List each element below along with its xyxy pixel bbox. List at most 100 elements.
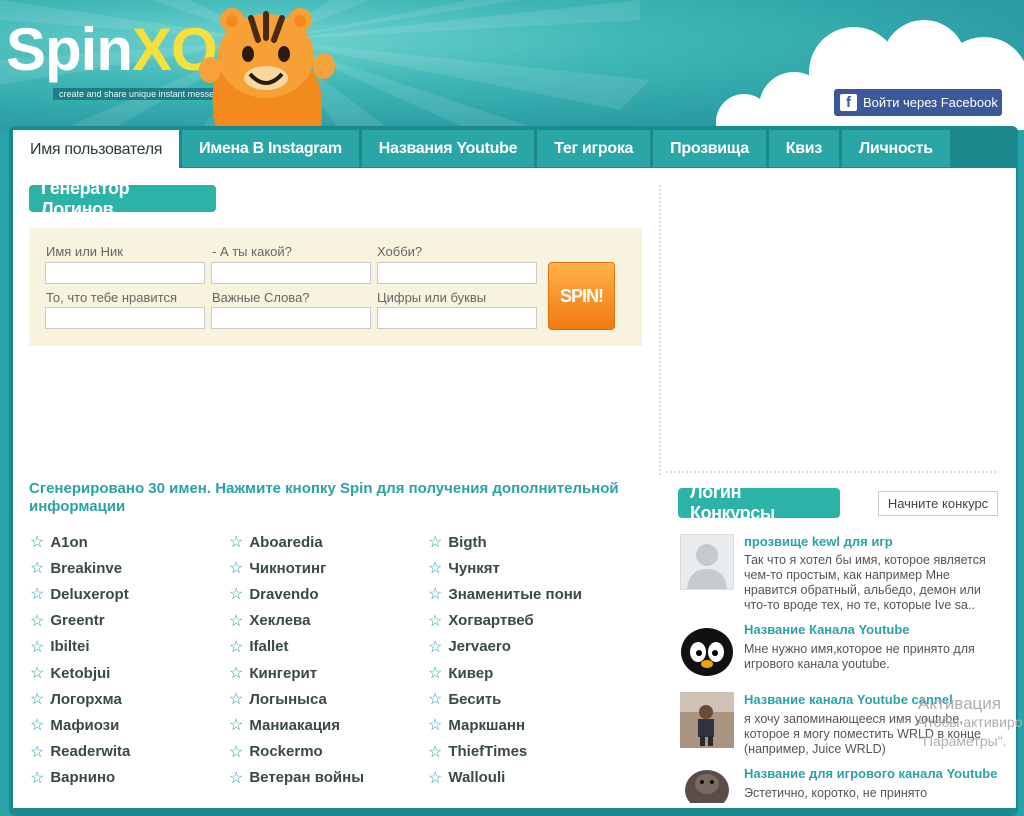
generated-name-item[interactable]: ☆ Хеклева — [229, 611, 310, 631]
star-icon[interactable]: ☆ — [229, 532, 243, 552]
contest-title-1[interactable]: прозвище kewl для игр — [744, 534, 893, 549]
spinxo-logo[interactable]: SpinXO — [6, 20, 218, 80]
tab-personality[interactable]: Личность — [842, 130, 950, 167]
generated-name-item[interactable]: ☆ Чикнотинг — [229, 558, 326, 578]
generated-name-item[interactable]: ☆ Wallouli — [428, 768, 505, 788]
star-icon[interactable]: ☆ — [428, 768, 442, 788]
generated-name-item[interactable]: ☆ Логыныса — [229, 689, 327, 709]
generated-name-item[interactable]: ☆ Aboaredia — [229, 532, 323, 552]
generated-name-item[interactable]: ☆ Ibiltei — [30, 637, 90, 657]
generated-name-item[interactable]: ☆ Dravendo — [229, 584, 319, 604]
generated-name-item[interactable]: ☆ Breakinve — [30, 558, 122, 578]
generated-name-item[interactable]: ☆ Greentr — [30, 611, 105, 631]
default-avatar[interactable] — [680, 534, 734, 590]
star-icon[interactable]: ☆ — [30, 689, 44, 709]
star-icon[interactable]: ☆ — [428, 715, 442, 735]
generated-name-text: Хеклева — [249, 612, 311, 630]
star-icon[interactable]: ☆ — [30, 532, 44, 552]
generated-name-item[interactable]: ☆ Знаменитые пони — [428, 584, 582, 604]
generated-name-item[interactable]: ☆ Чункят — [428, 558, 500, 578]
star-icon[interactable]: ☆ — [30, 715, 44, 735]
star-icon[interactable]: ☆ — [30, 584, 44, 604]
star-icon[interactable]: ☆ — [428, 689, 442, 709]
tab-nicknames[interactable]: Прозвища — [653, 130, 766, 167]
star-icon[interactable]: ☆ — [428, 558, 442, 578]
spin-button[interactable]: SPIN! — [548, 262, 615, 330]
star-icon[interactable]: ☆ — [30, 637, 44, 657]
watermark-line-2: Чтобы активиро — [918, 714, 1023, 730]
penguin-avatar[interactable] — [680, 622, 734, 678]
generated-name-item[interactable]: ☆ A1on — [30, 532, 88, 552]
generated-name-item[interactable]: ☆ Bigth — [428, 532, 487, 552]
generated-name-text: Ibiltei — [50, 638, 90, 656]
generated-name-text: A1on — [50, 533, 88, 551]
contest-text-4: Эстетично, коротко, не принято — [744, 786, 928, 800]
generated-name-text: Breakinve — [50, 559, 123, 577]
generated-name-item[interactable]: ☆ Маниакация — [229, 715, 340, 735]
star-icon[interactable]: ☆ — [229, 768, 243, 788]
generated-name-item[interactable]: ☆ Варнино — [30, 768, 115, 788]
facebook-login-button[interactable]: f Войти через Facebook — [834, 89, 1002, 116]
tab-usernames[interactable]: Имя пользователя — [13, 130, 180, 169]
name-input[interactable] — [45, 262, 205, 284]
star-icon[interactable]: ☆ — [229, 715, 243, 735]
generated-name-item[interactable]: ☆ Хогвартвеб — [428, 611, 534, 631]
star-icon[interactable]: ☆ — [428, 637, 442, 657]
generated-name-item[interactable]: ☆ ThiefTimes — [428, 742, 527, 762]
likes-input[interactable] — [45, 307, 205, 329]
star-icon[interactable]: ☆ — [30, 611, 44, 631]
star-icon[interactable]: ☆ — [229, 637, 243, 657]
generated-name-item[interactable]: ☆ Jervaero — [428, 637, 511, 657]
tab-instagram-names[interactable]: Имена В Instagram — [182, 130, 359, 167]
tab-gamertag[interactable]: Тег игрока — [537, 130, 651, 167]
type-input[interactable] — [211, 262, 371, 284]
gorilla-avatar[interactable] — [680, 766, 734, 803]
star-icon[interactable]: ☆ — [229, 689, 243, 709]
generated-name-item[interactable]: ☆ Маркшанн — [428, 715, 525, 735]
tab-quiz[interactable]: Квиз — [768, 130, 839, 167]
generated-name-item[interactable]: ☆ Бесить — [428, 689, 501, 709]
person-photo-icon — [680, 692, 734, 748]
generated-name-item[interactable]: ☆ Ketobjui — [30, 663, 110, 683]
start-contest-button[interactable]: Начните конкурс — [878, 491, 998, 516]
generated-name-item[interactable]: ☆ Ifallet — [229, 637, 289, 657]
star-icon[interactable]: ☆ — [428, 532, 442, 552]
user-silhouette-icon — [687, 544, 727, 589]
contest-title-4[interactable]: Название для игрового канала Youtube — [744, 766, 997, 781]
star-icon[interactable]: ☆ — [428, 742, 442, 762]
star-icon[interactable]: ☆ — [30, 558, 44, 578]
generated-name-item[interactable]: ☆ Мафиози — [30, 715, 119, 735]
keywords-input[interactable] — [211, 307, 371, 329]
hobby-input[interactable] — [377, 262, 537, 284]
star-icon[interactable]: ☆ — [30, 742, 44, 762]
generated-name-item[interactable]: ☆ Кингерит — [229, 663, 317, 683]
generated-name-text: Чункят — [448, 559, 500, 577]
keywords-label: Важные Слова? — [212, 290, 310, 305]
tab-youtube-names[interactable]: Названия Youtube — [361, 130, 535, 167]
penguin-icon — [681, 628, 733, 676]
numbers-input[interactable] — [377, 307, 537, 329]
contest-title-2[interactable]: Название Канала Youtube — [744, 622, 910, 637]
watermark-line-1: Активация — [918, 694, 1001, 713]
star-icon[interactable]: ☆ — [229, 663, 243, 683]
generated-name-item[interactable]: ☆ Deluxeropt — [30, 584, 129, 604]
child-photo-avatar[interactable] — [680, 692, 734, 748]
column-divider — [659, 185, 661, 475]
star-icon[interactable]: ☆ — [30, 663, 44, 683]
watermark-line-3: "Параметры". — [918, 733, 1007, 749]
star-icon[interactable]: ☆ — [30, 768, 44, 788]
star-icon[interactable]: ☆ — [229, 558, 243, 578]
generated-name-item[interactable]: ☆ Ветеран войны — [229, 768, 364, 788]
generated-name-item[interactable]: ☆ Логорхма — [30, 689, 122, 709]
star-icon[interactable]: ☆ — [229, 611, 243, 631]
star-icon[interactable]: ☆ — [428, 584, 442, 604]
generated-name-item[interactable]: ☆ Rockermo — [229, 742, 323, 762]
generated-name-item[interactable]: ☆ Кивер — [428, 663, 493, 683]
generated-name-item[interactable]: ☆ Readerwita — [30, 742, 130, 762]
generated-name-text: Ifallet — [249, 638, 289, 656]
star-icon[interactable]: ☆ — [428, 663, 442, 683]
star-icon[interactable]: ☆ — [428, 611, 442, 631]
star-icon[interactable]: ☆ — [229, 742, 243, 762]
contests-title: Логин Конкурсы — [678, 482, 840, 523]
star-icon[interactable]: ☆ — [229, 584, 243, 604]
